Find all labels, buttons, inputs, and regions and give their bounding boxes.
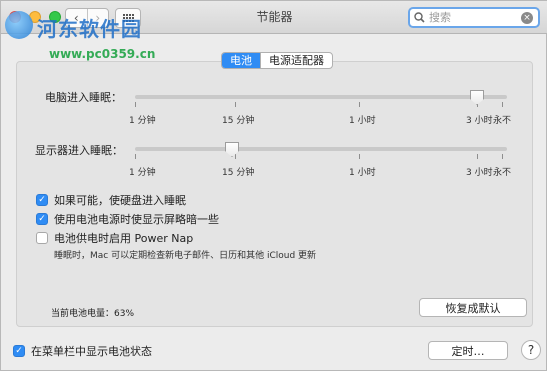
option-label: 使用电池电源时使显示屏略暗一些: [54, 213, 219, 226]
slider-tick: [502, 102, 503, 107]
slider-tick: [359, 154, 360, 159]
tick-label: 1 小时: [349, 116, 376, 126]
window: ‹ › 节能器 × 河东软件园 www.pc0359.cn 电池 电源适配器: [0, 0, 547, 371]
slider-tick: [502, 154, 503, 159]
watermark-logo: [5, 11, 33, 39]
slider-track[interactable]: [135, 147, 507, 151]
clear-icon[interactable]: ×: [521, 12, 533, 24]
computer-sleep-label: 电脑进入睡眠：: [45, 91, 122, 104]
search-input[interactable]: [429, 11, 519, 24]
watermark-url: www.pc0359.cn: [49, 47, 156, 61]
checkmark-icon[interactable]: ✓: [36, 213, 48, 225]
dim-display-option[interactable]: ✓ 使用电池电源时使显示屏略暗一些: [36, 211, 219, 227]
tick-label: 1 分钟: [129, 116, 156, 126]
checkmark-icon[interactable]: ✓: [36, 194, 48, 206]
tick-label: 1 小时: [349, 168, 376, 178]
watermark-title: 河东软件园: [37, 17, 142, 41]
search-field[interactable]: ×: [408, 7, 540, 28]
option-label: 电池供电时启用 Power Nap: [54, 232, 194, 245]
restore-defaults-button[interactable]: 恢复成默认: [419, 298, 527, 317]
option-label: 如果可能，使硬盘进入睡眠: [54, 194, 186, 207]
watermark: 河东软件园 www.pc0359.cn: [3, 3, 213, 67]
disk-sleep-option[interactable]: ✓ 如果可能，使硬盘进入睡眠: [36, 192, 186, 208]
slider-tick: [235, 102, 236, 107]
battery-level: 当前电池电量：63%: [51, 309, 135, 319]
slider-tick: [359, 102, 360, 107]
tab-battery[interactable]: 电池: [222, 53, 260, 68]
tick-label: 3 小时: [466, 168, 493, 178]
slider-tick: [135, 154, 136, 159]
slider-tick: [477, 154, 478, 159]
tick-label: 3 小时: [466, 116, 493, 126]
checkmark-icon[interactable]: ✓: [13, 345, 25, 357]
option-label: 在菜单栏中显示电池状态: [31, 345, 152, 358]
tick-label: 永不: [493, 168, 512, 178]
help-icon[interactable]: ?: [521, 340, 541, 360]
tick-label: 15 分钟: [222, 168, 255, 178]
tab-power-adapter[interactable]: 电源适配器: [260, 53, 332, 68]
menubar-battery-option[interactable]: ✓ 在菜单栏中显示电池状态: [13, 343, 152, 359]
tick-label: 1 分钟: [129, 168, 156, 178]
schedule-button[interactable]: 定时…: [428, 341, 508, 360]
slider-tick: [135, 102, 136, 107]
display-sleep-label: 显示器进入睡眠：: [35, 144, 123, 157]
power-nap-note: 睡眠时，Mac 可以定期检查新电子邮件、日历和其他 iCloud 更新: [54, 251, 317, 261]
checkbox-icon[interactable]: [36, 232, 48, 244]
power-nap-option[interactable]: 电池供电时启用 Power Nap: [36, 230, 193, 246]
tick-label: 永不: [493, 116, 512, 126]
slider-track[interactable]: [135, 95, 507, 99]
search-icon: [414, 12, 425, 23]
tab-bar: 电池 电源适配器: [221, 52, 333, 69]
tick-label: 15 分钟: [222, 116, 255, 126]
slider-tick: [235, 154, 236, 159]
